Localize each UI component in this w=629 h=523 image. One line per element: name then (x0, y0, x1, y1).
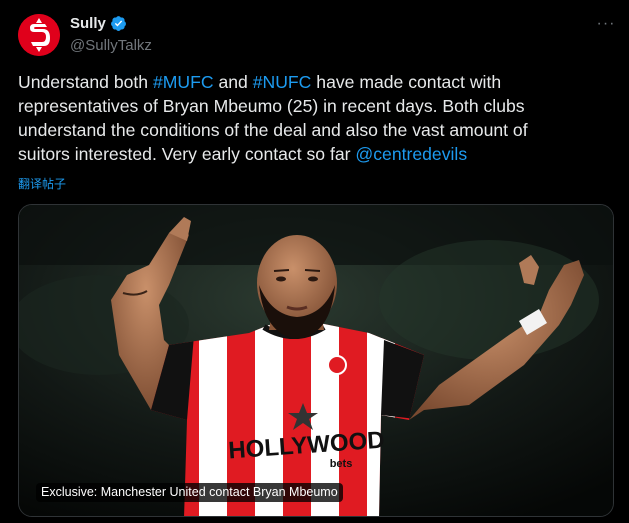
translate-post-link[interactable]: 翻译帖子 (18, 175, 66, 192)
tweet-line-3: understand the conditions of the deal an… (18, 120, 528, 140)
tweet-text: Understand both #MUFC and #NUFC have mad… (18, 70, 618, 166)
stylized-s-logo-icon (18, 14, 60, 56)
tweet-line-1: Understand both #MUFC and #NUFC have mad… (18, 70, 618, 94)
mention-centredevils-link[interactable]: @centredevils (355, 144, 467, 164)
hashtag-nufc-link[interactable]: #NUFC (253, 72, 312, 92)
shirt-sponsor-subtext: bets (330, 458, 353, 470)
tweet-text-segment: have made contact with (311, 72, 502, 92)
author-handle[interactable]: @SullyTalkz (70, 37, 152, 54)
verified-badge-icon[interactable] (110, 15, 127, 32)
tweet-line-4: suitors interested. Very early contact s… (18, 142, 618, 166)
tweet-media-image[interactable]: HOLLYWOOD bets Exclusive: Manchester Uni… (18, 204, 614, 517)
avatar[interactable] (18, 14, 60, 56)
tweet-text-segment: Understand both (18, 72, 153, 92)
tweet-text-segment: and (213, 72, 253, 92)
hashtag-mufc-link[interactable]: #MUFC (153, 72, 214, 92)
tweet-line-2: representatives of Bryan Mbeumo (25) in … (18, 96, 525, 116)
more-icon: ··· (596, 15, 616, 32)
tweet-text-segment: suitors interested. Very early contact s… (18, 144, 356, 164)
media-caption: Exclusive: Manchester United contact Bry… (36, 483, 343, 502)
more-options-button[interactable]: ··· (594, 14, 618, 34)
tweet-card: Sully @SullyTalkz ··· Understand both #M… (0, 0, 629, 523)
author-name-row: Sully (70, 15, 127, 32)
display-name[interactable]: Sully (70, 15, 106, 32)
player-photo: HOLLYWOOD bets (19, 205, 613, 516)
